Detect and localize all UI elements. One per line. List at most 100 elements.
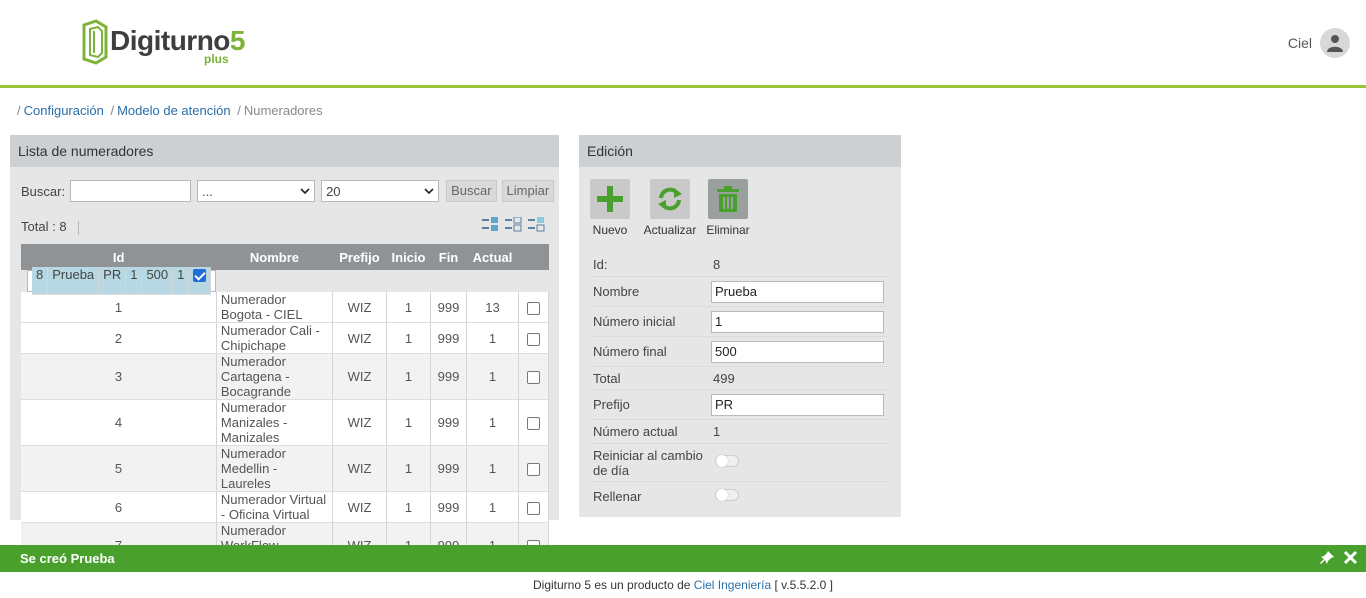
cell-nombre: Numerador Bogota - CIEL [216,292,334,323]
cell-actual: 1 [466,491,519,523]
cell-select [518,399,549,446]
new-button[interactable]: Nuevo [589,179,631,237]
list-panel: Lista de numeradores Buscar: ... 20 Busc… [10,135,559,569]
pin-icon[interactable] [1320,550,1335,565]
edit-panel: Edición Nuevo Actualizar Eliminar Id: 8 … [579,135,901,517]
id-label: Id: [593,257,608,272]
cell-nombre: Numerador Medellin - Laureles [216,445,334,492]
row-checkbox[interactable] [527,332,540,346]
chevron-down-icon [424,188,434,194]
cell-fin: 999 [430,445,467,492]
table-row[interactable]: 8 Prueba PR 1 500 1 [27,267,217,295]
numero-final-input[interactable] [711,340,884,363]
row-checkbox[interactable] [527,371,540,385]
search-input[interactable] [70,180,192,202]
cell-id: 6 [21,491,217,523]
list-view-icon[interactable] [481,217,499,233]
page-size-select[interactable]: 20 [321,180,440,202]
breadcrumb-modelo-atencion[interactable]: Modelo de atención [117,103,230,118]
table-row[interactable]: 5 Numerador Medellin - Laureles WIZ 1 99… [21,445,549,492]
col-prefijo[interactable]: Prefijo [332,244,387,270]
cell-id: 5 [21,445,217,492]
total-field-label: Total [593,370,621,386]
cell-id: 1 [21,292,217,323]
breadcrumb-configuracion[interactable]: Configuración [24,103,104,118]
table-row[interactable]: 4 Numerador Manizales - Manizales WIZ 1 … [21,399,549,446]
filter-select-value: ... [202,183,213,199]
page-size-value: 20 [326,183,341,199]
cell-nombre: Numerador Cali - Chipichape [216,322,334,354]
cell-nombre: Prueba [48,267,100,295]
cell-fin: 999 [430,399,467,446]
numero-inicial-label: Número inicial [593,314,676,329]
total-value: 8 [59,219,67,234]
cell-fin: 500 [142,267,174,295]
cell-select [518,445,549,492]
col-select [518,244,549,270]
row-checkbox[interactable] [527,463,540,477]
check-view-icon[interactable] [527,217,545,233]
footer-text: Digiturno 5 es un producto de [533,578,691,592]
cell-id: 8 [32,267,49,295]
row-checkbox[interactable] [527,301,540,315]
user-avatar-icon[interactable] [1320,28,1350,58]
table-row[interactable]: 2 Numerador Cali - Chipichape WIZ 1 999 … [21,322,549,354]
cell-inicio: 1 [386,399,431,446]
delete-button[interactable]: Eliminar [705,179,751,237]
cell-actual: 1 [466,445,519,492]
cell-prefijo: WIZ [332,399,387,446]
row-checkbox[interactable] [527,417,540,431]
col-fin[interactable]: Fin [430,244,467,270]
cell-prefijo: WIZ [332,353,387,400]
row-checkbox[interactable] [527,501,540,515]
prefijo-input[interactable] [711,393,884,416]
field-reiniciar: Reiniciar al cambio de día [591,444,888,482]
edit-toolbar: Nuevo Actualizar Eliminar [589,179,751,237]
table-row[interactable]: 3 Numerador Cartagena - Bocagrande WIZ 1… [21,353,549,400]
cell-prefijo: PR [99,267,127,295]
search-row: Buscar: ... 20 Buscar Limpiar [21,179,555,203]
cell-select [518,353,549,400]
cell-fin: 999 [430,353,467,400]
update-button-label: Actualizar [643,223,697,237]
rellenar-toggle[interactable] [715,488,739,501]
search-button[interactable]: Buscar [446,180,497,202]
cell-fin: 999 [430,292,467,323]
cell-prefijo: WIZ [332,292,387,323]
reiniciar-toggle[interactable] [715,455,739,467]
footer-company-link[interactable]: Ciel Ingeniería [694,578,771,592]
field-nombre: Nombre [591,277,888,307]
cell-inicio: 1 [386,292,431,323]
field-numero-inicial: Número inicial [591,307,888,337]
col-inicio[interactable]: Inicio [386,244,431,270]
numero-inicial-input[interactable] [711,310,884,333]
cell-nombre: Numerador Manizales - Manizales [216,399,334,446]
detail-view-icon[interactable] [504,217,522,233]
total-divider [78,220,80,235]
filter-select[interactable]: ... [197,180,316,202]
cell-id: 4 [21,399,217,446]
search-label: Buscar: [21,183,66,199]
user-name[interactable]: Ciel [1288,35,1312,51]
cell-inicio: 1 [386,445,431,492]
digiturno-logo[interactable]: Digiturno5 plus [82,18,262,68]
row-checkbox[interactable] [193,269,207,283]
nombre-input[interactable] [711,280,884,303]
cell-prefijo: WIZ [332,445,387,492]
numeradores-table: Id Nombre Prefijo Inicio Fin Actual 8 Pr… [21,244,549,569]
col-actual[interactable]: Actual [466,244,519,270]
col-nombre[interactable]: Nombre [216,244,333,270]
update-button[interactable]: Actualizar [642,179,698,237]
clear-button[interactable]: Limpiar [501,180,555,202]
table-row[interactable]: 6 Numerador Virtual - Oficina Virtual WI… [21,491,549,523]
chevron-down-icon [300,188,310,194]
cell-nombre: Numerador Cartagena - Bocagrande [216,353,334,400]
table-row[interactable]: 1 Numerador Bogota - CIEL WIZ 1 999 13 [21,292,549,323]
reiniciar-label: Reiniciar al cambio de día [593,447,703,478]
close-icon[interactable] [1343,550,1358,565]
delete-button-label: Eliminar [706,223,750,237]
user-menu[interactable]: Ciel [1288,27,1350,59]
logo-mark-icon [82,19,108,65]
refresh-icon [650,179,690,219]
cell-select [518,292,549,323]
